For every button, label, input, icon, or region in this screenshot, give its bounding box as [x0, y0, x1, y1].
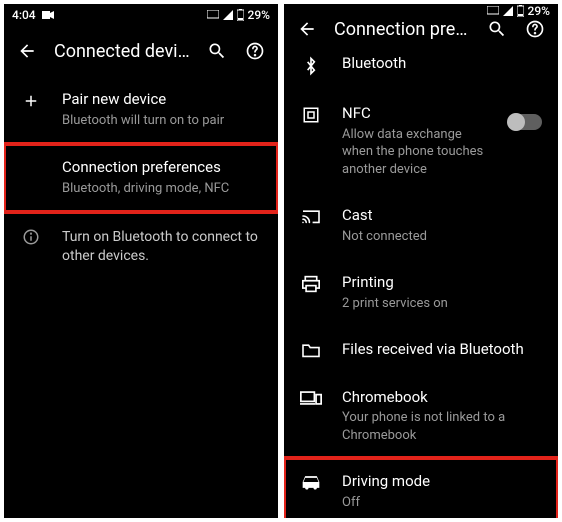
- phone-right: 29% Connection preferen... Bluetooth NFC…: [284, 4, 558, 518]
- search-icon: [487, 19, 507, 39]
- search-button[interactable]: [206, 40, 228, 62]
- drive-label: Driving mode: [342, 472, 542, 492]
- page-title: Connected devices: [54, 41, 190, 62]
- back-button[interactable]: [296, 18, 318, 40]
- battery-icon: [237, 9, 244, 21]
- connpref-label: Connection preferences: [62, 158, 262, 178]
- camera-icon: [42, 11, 54, 19]
- back-arrow-icon: [297, 19, 317, 39]
- search-button[interactable]: [486, 18, 508, 40]
- app-bar: Connection preferen...: [284, 18, 558, 40]
- nfc-icon: [302, 106, 320, 124]
- help-button[interactable]: [524, 18, 546, 40]
- help-icon: [525, 19, 545, 39]
- chromebook-label: Chromebook: [342, 388, 542, 408]
- cast-icon: [301, 208, 321, 224]
- chromebook-sub: Your phone is not linked to a Chromebook: [342, 409, 542, 444]
- status-battery: 29%: [248, 8, 270, 22]
- pair-label: Pair new device: [62, 90, 262, 110]
- bluetooth-icon: [303, 56, 319, 76]
- nfc-sub: Allow data exchange when the phone touch…: [342, 126, 488, 179]
- printing-row[interactable]: Printing 2 print services on: [284, 259, 558, 326]
- status-bar: 4:04 29%: [4, 4, 278, 26]
- pair-sub: Bluetooth will turn on to pair: [62, 112, 262, 130]
- settings-list: Pair new device Bluetooth will turn on t…: [4, 76, 278, 518]
- battery-icon: [517, 5, 524, 17]
- plus-icon: [22, 92, 40, 110]
- back-button[interactable]: [16, 40, 38, 62]
- car-icon: [301, 474, 321, 490]
- drive-sub: Off: [342, 494, 542, 512]
- devices-icon: [300, 390, 322, 406]
- signal-icon: [503, 6, 513, 16]
- status-battery: 29%: [528, 4, 550, 18]
- info-text: Turn on Bluetooth to connect to other de…: [62, 228, 262, 266]
- cast-label: Cast: [342, 206, 542, 226]
- cast-row[interactable]: Cast Not connected: [284, 192, 558, 259]
- nfc-toggle[interactable]: [508, 114, 542, 130]
- settings-list: Bluetooth NFC Allow data exchange when t…: [284, 40, 558, 518]
- help-icon: [245, 41, 265, 61]
- cast-status-icon: [207, 10, 219, 20]
- nfc-label: NFC: [342, 104, 488, 124]
- cast-status-icon: [487, 6, 499, 16]
- chromebook-row[interactable]: Chromebook Your phone is not linked to a…: [284, 374, 558, 459]
- cast-sub: Not connected: [342, 228, 542, 246]
- app-bar: Connected devices: [4, 26, 278, 76]
- signal-icon: [223, 10, 233, 20]
- folder-icon: [301, 342, 321, 358]
- bluetooth-row[interactable]: Bluetooth: [284, 40, 558, 90]
- driving-mode-row[interactable]: Driving mode Off: [284, 458, 558, 518]
- printing-sub: 2 print services on: [342, 295, 542, 313]
- files-row[interactable]: Files received via Bluetooth: [284, 326, 558, 374]
- connpref-sub: Bluetooth, driving mode, NFC: [62, 180, 262, 198]
- bluetooth-label: Bluetooth: [342, 54, 542, 74]
- printing-label: Printing: [342, 273, 542, 293]
- status-bar: 29%: [284, 4, 558, 18]
- help-button[interactable]: [244, 40, 266, 62]
- files-label: Files received via Bluetooth: [342, 340, 542, 360]
- printer-icon: [301, 275, 321, 293]
- status-time: 4:04: [12, 8, 36, 22]
- phone-left: 4:04 29% Connected devices Pair new devi…: [4, 4, 278, 518]
- search-icon: [207, 41, 227, 61]
- pair-new-device-row[interactable]: Pair new device Bluetooth will turn on t…: [4, 76, 278, 144]
- info-icon: [22, 228, 40, 246]
- connection-preferences-row[interactable]: Connection preferences Bluetooth, drivin…: [4, 144, 278, 212]
- nfc-row[interactable]: NFC Allow data exchange when the phone t…: [284, 90, 558, 192]
- back-arrow-icon: [17, 41, 37, 61]
- page-title: Connection preferen...: [334, 19, 470, 40]
- info-row: Turn on Bluetooth to connect to other de…: [4, 212, 278, 280]
